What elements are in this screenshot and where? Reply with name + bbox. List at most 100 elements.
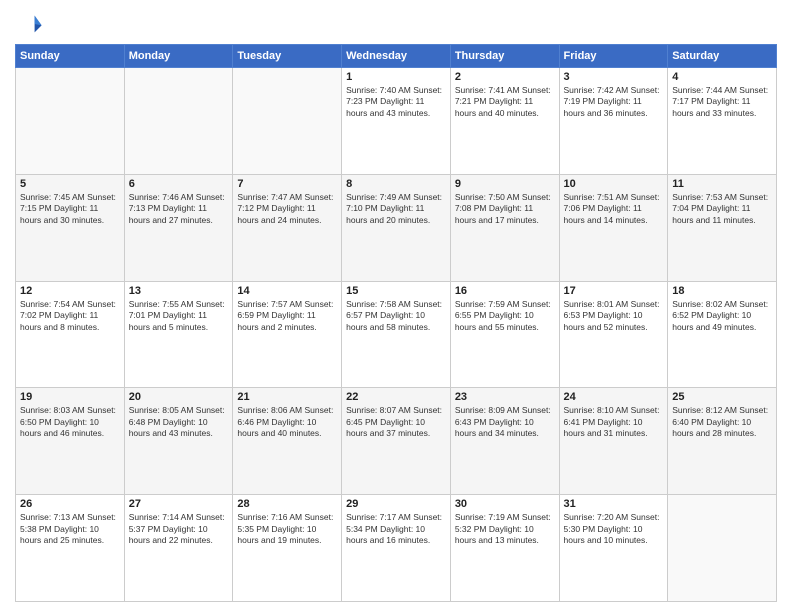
day-number: 4 (672, 71, 772, 83)
day-number: 26 (20, 498, 120, 510)
calendar-cell: 22 Sunrise: 8:07 AM Sunset: 6:45 PM Dayli… (342, 388, 451, 495)
day-info: Sunrise: 8:01 AM Sunset: 6:53 PM Dayligh… (564, 299, 664, 333)
calendar-cell: 23 Sunrise: 8:09 AM Sunset: 6:43 PM Dayli… (450, 388, 559, 495)
calendar-cell: 2 Sunrise: 7:41 AM Sunset: 7:21 PM Daylig… (450, 68, 559, 175)
calendar-cell: 8 Sunrise: 7:49 AM Sunset: 7:10 PM Daylig… (342, 174, 451, 281)
calendar-cell: 15 Sunrise: 7:58 AM Sunset: 6:57 PM Dayli… (342, 281, 451, 388)
day-info: Sunrise: 7:19 AM Sunset: 5:32 PM Dayligh… (455, 512, 555, 546)
calendar-cell: 17 Sunrise: 8:01 AM Sunset: 6:53 PM Dayli… (559, 281, 668, 388)
calendar-cell (668, 495, 777, 602)
day-number: 8 (346, 178, 446, 190)
calendar-cell: 4 Sunrise: 7:44 AM Sunset: 7:17 PM Daylig… (668, 68, 777, 175)
day-number: 5 (20, 178, 120, 190)
day-number: 31 (564, 498, 664, 510)
day-info: Sunrise: 7:51 AM Sunset: 7:06 PM Dayligh… (564, 192, 664, 226)
day-info: Sunrise: 7:53 AM Sunset: 7:04 PM Dayligh… (672, 192, 772, 226)
calendar-cell: 1Sunrise: 7:40 AM Sunset: 7:23 PM Daylig… (342, 68, 451, 175)
day-info: Sunrise: 7:14 AM Sunset: 5:37 PM Dayligh… (129, 512, 229, 546)
day-number: 28 (237, 498, 337, 510)
calendar-cell (16, 68, 125, 175)
day-info: Sunrise: 7:45 AM Sunset: 7:15 PM Dayligh… (20, 192, 120, 226)
day-info: Sunrise: 8:02 AM Sunset: 6:52 PM Dayligh… (672, 299, 772, 333)
calendar-cell: 6 Sunrise: 7:46 AM Sunset: 7:13 PM Daylig… (124, 174, 233, 281)
day-number: 19 (20, 391, 120, 403)
calendar-cell: 14Sunrise: 7:57 AM Sunset: 6:59 PM Dayli… (233, 281, 342, 388)
day-number: 24 (564, 391, 664, 403)
calendar-cell: 7 Sunrise: 7:47 AM Sunset: 7:12 PM Daylig… (233, 174, 342, 281)
day-number: 27 (129, 498, 229, 510)
calendar-week-row: 12 Sunrise: 7:54 AM Sunset: 7:02 PM Dayli… (16, 281, 777, 388)
day-info: Sunrise: 7:41 AM Sunset: 7:21 PM Dayligh… (455, 85, 555, 119)
day-number: 15 (346, 285, 446, 297)
day-info: Sunrise: 7:46 AM Sunset: 7:13 PM Dayligh… (129, 192, 229, 226)
day-info: Sunrise: 8:07 AM Sunset: 6:45 PM Dayligh… (346, 405, 446, 439)
day-info: Sunrise: 7:50 AM Sunset: 7:08 PM Dayligh… (455, 192, 555, 226)
logo (15, 10, 47, 38)
calendar-header-saturday: Saturday (668, 45, 777, 68)
day-number: 22 (346, 391, 446, 403)
calendar-cell (233, 68, 342, 175)
day-info: Sunrise: 7:17 AM Sunset: 5:34 PM Dayligh… (346, 512, 446, 546)
day-number: 11 (672, 178, 772, 190)
calendar-cell: 18 Sunrise: 8:02 AM Sunset: 6:52 PM Dayli… (668, 281, 777, 388)
calendar-cell: 21 Sunrise: 8:06 AM Sunset: 6:46 PM Dayli… (233, 388, 342, 495)
day-number: 12 (20, 285, 120, 297)
calendar-cell: 16Sunrise: 7:59 AM Sunset: 6:55 PM Dayli… (450, 281, 559, 388)
day-info: Sunrise: 7:49 AM Sunset: 7:10 PM Dayligh… (346, 192, 446, 226)
calendar-header-thursday: Thursday (450, 45, 559, 68)
day-number: 13 (129, 285, 229, 297)
day-number: 21 (237, 391, 337, 403)
calendar-cell: 31 Sunrise: 7:20 AM Sunset: 5:30 PM Dayli… (559, 495, 668, 602)
day-number: 25 (672, 391, 772, 403)
calendar-cell: 10 Sunrise: 7:51 AM Sunset: 7:06 PM Dayli… (559, 174, 668, 281)
day-number: 7 (237, 178, 337, 190)
day-number: 1 (346, 71, 446, 83)
calendar-header-sunday: Sunday (16, 45, 125, 68)
calendar-cell (124, 68, 233, 175)
calendar-cell: 3Sunrise: 7:42 AM Sunset: 7:19 PM Daylig… (559, 68, 668, 175)
calendar-cell: 27 Sunrise: 7:14 AM Sunset: 5:37 PM Dayli… (124, 495, 233, 602)
day-info: Sunrise: 8:05 AM Sunset: 6:48 PM Dayligh… (129, 405, 229, 439)
day-info: Sunrise: 7:55 AM Sunset: 7:01 PM Dayligh… (129, 299, 229, 333)
calendar-week-row: 5 Sunrise: 7:45 AM Sunset: 7:15 PM Daylig… (16, 174, 777, 281)
calendar-cell: 24 Sunrise: 8:10 AM Sunset: 6:41 PM Dayli… (559, 388, 668, 495)
calendar-cell: 29 Sunrise: 7:17 AM Sunset: 5:34 PM Dayli… (342, 495, 451, 602)
day-number: 16 (455, 285, 555, 297)
calendar-week-row: 1Sunrise: 7:40 AM Sunset: 7:23 PM Daylig… (16, 68, 777, 175)
calendar-cell: 12 Sunrise: 7:54 AM Sunset: 7:02 PM Dayli… (16, 281, 125, 388)
calendar-cell: 20Sunrise: 8:05 AM Sunset: 6:48 PM Dayli… (124, 388, 233, 495)
day-number: 10 (564, 178, 664, 190)
calendar-week-row: 19 Sunrise: 8:03 AM Sunset: 6:50 PM Dayli… (16, 388, 777, 495)
day-info: Sunrise: 7:58 AM Sunset: 6:57 PM Dayligh… (346, 299, 446, 333)
day-info: Sunrise: 7:54 AM Sunset: 7:02 PM Dayligh… (20, 299, 120, 333)
day-info: Sunrise: 7:57 AM Sunset: 6:59 PM Dayligh… (237, 299, 337, 333)
day-info: Sunrise: 7:20 AM Sunset: 5:30 PM Dayligh… (564, 512, 664, 546)
calendar-header-wednesday: Wednesday (342, 45, 451, 68)
calendar-cell: 28Sunrise: 7:16 AM Sunset: 5:35 PM Dayli… (233, 495, 342, 602)
day-info: Sunrise: 8:03 AM Sunset: 6:50 PM Dayligh… (20, 405, 120, 439)
day-info: Sunrise: 8:10 AM Sunset: 6:41 PM Dayligh… (564, 405, 664, 439)
day-number: 9 (455, 178, 555, 190)
day-number: 30 (455, 498, 555, 510)
day-info: Sunrise: 8:12 AM Sunset: 6:40 PM Dayligh… (672, 405, 772, 439)
day-number: 18 (672, 285, 772, 297)
calendar-cell: 11 Sunrise: 7:53 AM Sunset: 7:04 PM Dayli… (668, 174, 777, 281)
day-number: 2 (455, 71, 555, 83)
calendar-cell: 13 Sunrise: 7:55 AM Sunset: 7:01 PM Dayli… (124, 281, 233, 388)
day-number: 29 (346, 498, 446, 510)
calendar-cell: 25 Sunrise: 8:12 AM Sunset: 6:40 PM Dayli… (668, 388, 777, 495)
day-number: 6 (129, 178, 229, 190)
calendar-header-monday: Monday (124, 45, 233, 68)
calendar-header-row: SundayMondayTuesdayWednesdayThursdayFrid… (16, 45, 777, 68)
day-number: 17 (564, 285, 664, 297)
calendar-header-friday: Friday (559, 45, 668, 68)
day-info: Sunrise: 7:42 AM Sunset: 7:19 PM Dayligh… (564, 85, 664, 119)
day-info: Sunrise: 7:47 AM Sunset: 7:12 PM Dayligh… (237, 192, 337, 226)
day-info: Sunrise: 7:44 AM Sunset: 7:17 PM Dayligh… (672, 85, 772, 119)
day-info: Sunrise: 8:06 AM Sunset: 6:46 PM Dayligh… (237, 405, 337, 439)
calendar-cell: 5 Sunrise: 7:45 AM Sunset: 7:15 PM Daylig… (16, 174, 125, 281)
day-number: 23 (455, 391, 555, 403)
day-info: Sunrise: 8:09 AM Sunset: 6:43 PM Dayligh… (455, 405, 555, 439)
logo-icon (15, 10, 43, 38)
calendar-table: SundayMondayTuesdayWednesdayThursdayFrid… (15, 44, 777, 602)
